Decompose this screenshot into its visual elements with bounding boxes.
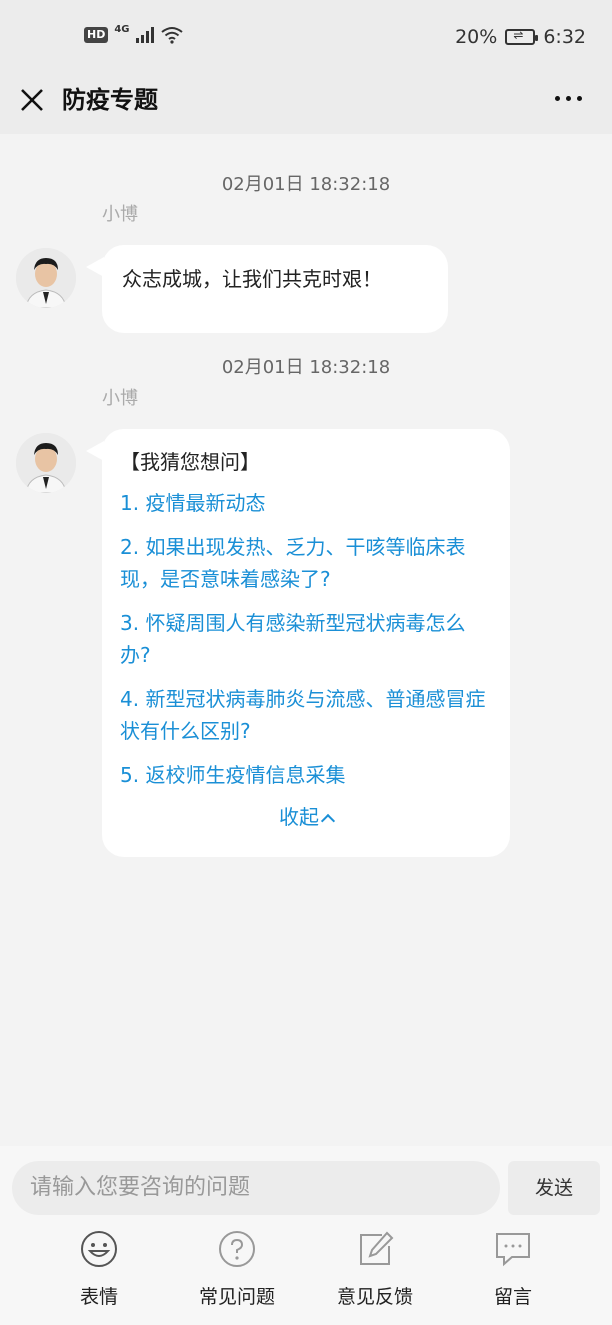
feedback-label: 意见反馈: [336, 1286, 413, 1308]
sender-name: 小博: [102, 204, 138, 225]
faq-button[interactable]: 常见问题: [187, 1230, 287, 1309]
send-button[interactable]: 发送: [508, 1161, 600, 1215]
avatar: [16, 248, 76, 308]
wifi-icon: [160, 27, 183, 44]
question-input[interactable]: 请输入您要咨询的问题: [12, 1161, 500, 1215]
clock: 6:32: [543, 26, 586, 48]
message-icon: [496, 1233, 530, 1267]
collapse-button[interactable]: 收起: [102, 801, 510, 833]
message-timestamp: 02月01日 18:32:18: [221, 357, 391, 378]
status-right: 20% ⇌ 6:32: [455, 26, 586, 48]
suggested-question-link[interactable]: 4. 新型冠状病毒肺炎与流感、普通感冒症状有什么区别?: [120, 683, 492, 747]
suggested-question-link[interactable]: 3. 怀疑周围人有感染新型冠状病毒怎么办?: [120, 607, 492, 671]
suggestions-bubble: 【我猜您想问】 1. 疫情最新动态 2. 如果出现发热、乏力、干咳等临床表现，是…: [86, 429, 510, 857]
network-indicators: HD 4G: [84, 23, 184, 44]
status-bar: HD 4G 20% ⇌ 6:32: [0, 0, 612, 76]
feedback-button[interactable]: 意见反馈: [325, 1230, 425, 1309]
question-icon: [219, 1231, 255, 1267]
avatar: [16, 433, 76, 493]
leave-message-label: 留言: [493, 1286, 532, 1308]
suggestions-list: 1. 疫情最新动态 2. 如果出现发热、乏力、干咳等临床表现，是否意味着感染了?…: [120, 487, 492, 803]
message-bubble: 众志成城，让我们共克时艰！: [86, 245, 448, 333]
chevron-up-icon: [320, 813, 336, 829]
page-title: 防疫专题: [62, 86, 158, 114]
collapse-label: 收起: [279, 805, 319, 829]
sender-name: 小博: [102, 388, 138, 409]
message-text: 众志成城，让我们共克时艰！: [122, 267, 382, 291]
hd-badge: HD: [84, 27, 109, 43]
battery-percent: 20%: [455, 26, 498, 48]
message-timestamp: 02月01日 18:32:18: [221, 174, 391, 195]
chat-area[interactable]: 02月01日 18:32:18 小博 众志成城，让我们共克时艰！ 02月01日 …: [0, 134, 612, 1146]
suggested-question-link[interactable]: 1. 疫情最新动态: [120, 487, 492, 519]
leave-message-button[interactable]: 留言: [463, 1230, 563, 1309]
network-type: 4G: [114, 23, 130, 35]
emoji-label: 表情: [79, 1286, 118, 1308]
composer-bar: 请输入您要咨询的问题 发送 表情 常见问题 意见反馈 留言: [0, 1146, 612, 1325]
close-icon[interactable]: [18, 86, 46, 114]
signal-icon: [135, 27, 154, 43]
faq-label: 常见问题: [198, 1286, 275, 1308]
title-bar: 防疫专题: [0, 76, 612, 134]
emoji-icon: [81, 1231, 117, 1267]
more-options-icon[interactable]: [555, 96, 582, 101]
suggested-question-link[interactable]: 2. 如果出现发热、乏力、干咳等临床表现，是否意味着感染了?: [120, 531, 492, 595]
suggestions-heading: 【我猜您想问】: [120, 450, 260, 474]
edit-icon: [360, 1231, 394, 1265]
suggested-question-link[interactable]: 5. 返校师生疫情信息采集: [120, 759, 492, 791]
battery-icon: ⇌: [505, 28, 539, 45]
emoji-button[interactable]: 表情: [49, 1230, 149, 1309]
